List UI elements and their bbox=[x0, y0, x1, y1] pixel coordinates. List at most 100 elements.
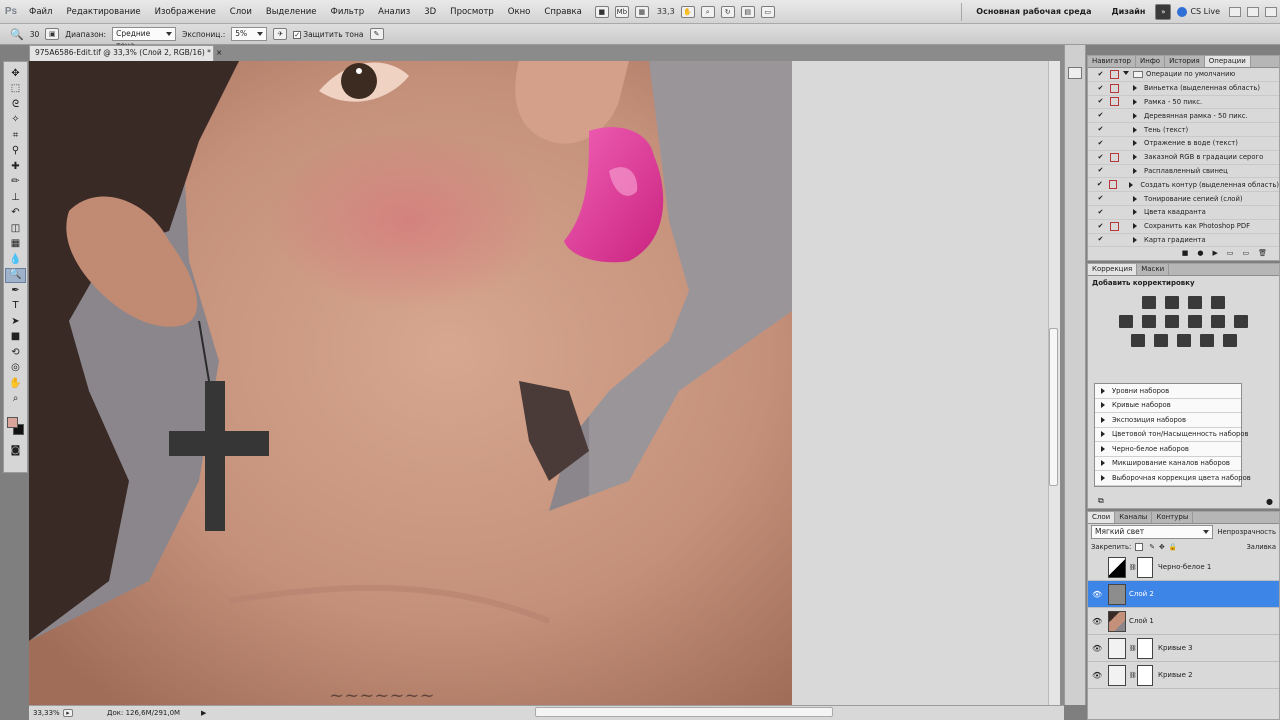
arrange-documents-icon[interactable]: ▤ bbox=[740, 5, 755, 18]
record-icon[interactable]: ● bbox=[1197, 249, 1203, 259]
eye-icon[interactable]: 👁 bbox=[1092, 671, 1102, 680]
action-row[interactable]: ✔ Виньетка (выделенная область) bbox=[1088, 82, 1279, 96]
gradient-icon[interactable]: ▦ bbox=[5, 237, 26, 253]
dialog-toggle[interactable] bbox=[1110, 139, 1119, 148]
layer-mask-thumbnail[interactable] bbox=[1137, 556, 1153, 578]
color-balance-icon[interactable] bbox=[1165, 315, 1179, 328]
eyedropper-icon[interactable]: ⚲ bbox=[5, 144, 26, 160]
menu-file[interactable]: Файл bbox=[22, 0, 59, 24]
menu-analysis[interactable]: Анализ bbox=[371, 0, 417, 24]
expand-triangle-icon[interactable] bbox=[1133, 126, 1140, 133]
tab-adjustments[interactable]: Коррекция bbox=[1088, 264, 1138, 275]
menu-3d[interactable]: 3D bbox=[417, 0, 443, 24]
blend-mode-dropdown[interactable]: Мягкий свет bbox=[1091, 525, 1214, 539]
healing-brush-icon[interactable]: ✚ bbox=[5, 159, 26, 175]
tab-masks[interactable]: Маски bbox=[1137, 264, 1170, 275]
path-select-icon[interactable]: ➤ bbox=[5, 314, 26, 330]
curves-icon[interactable] bbox=[1188, 296, 1202, 309]
workspace-design[interactable]: Дизайн bbox=[1102, 7, 1156, 16]
brush-panel-icon[interactable]: ▣ bbox=[45, 28, 60, 40]
eye-icon[interactable]: 👁 bbox=[1092, 617, 1102, 626]
action-row[interactable]: ✔ Заказной RGB в градации серого bbox=[1088, 151, 1279, 165]
brush-size-value[interactable]: 30 bbox=[30, 30, 40, 39]
vibrance-icon[interactable] bbox=[1119, 315, 1133, 328]
launch-bridge-icon[interactable]: ■ bbox=[594, 5, 609, 18]
lasso-icon[interactable]: ᘓ bbox=[5, 97, 26, 113]
tablet-pressure-icon[interactable]: ✎ bbox=[369, 28, 384, 40]
action-row[interactable]: ✔ Цвета квадранта bbox=[1088, 206, 1279, 220]
minimize-button[interactable] bbox=[1229, 6, 1241, 17]
quick-mask-icon[interactable]: ◙ bbox=[5, 443, 26, 459]
expand-triangle-icon[interactable] bbox=[1133, 209, 1140, 216]
action-row[interactable]: ✔ Отражение в воде (текст) bbox=[1088, 137, 1279, 151]
dialog-toggle[interactable] bbox=[1110, 83, 1119, 93]
expand-triangle-icon[interactable] bbox=[1133, 98, 1140, 105]
expand-triangle-icon[interactable] bbox=[1101, 402, 1108, 409]
dialog-toggle[interactable] bbox=[1110, 97, 1119, 107]
expand-triangle-icon[interactable] bbox=[1101, 445, 1108, 452]
new-set-icon[interactable]: ▭ bbox=[1227, 249, 1234, 259]
action-toggle-checkmark[interactable]: ✔ bbox=[1096, 222, 1105, 231]
action-row[interactable]: ✔ Деревянная рамка - 50 пикс. bbox=[1088, 109, 1279, 124]
view-extras-icon[interactable]: ▦ bbox=[634, 5, 649, 18]
rotate-view-icon[interactable]: ↻ bbox=[720, 5, 735, 18]
dialog-toggle[interactable] bbox=[1110, 166, 1119, 175]
action-row[interactable]: ✔ Тонирование сепией (слой) bbox=[1088, 192, 1279, 206]
chain-link-icon[interactable]: ⛓ bbox=[1129, 672, 1137, 679]
action-toggle-checkmark[interactable]: ✔ bbox=[1096, 97, 1105, 106]
expand-triangle-icon[interactable] bbox=[1133, 140, 1140, 147]
foreground-color-swatch[interactable] bbox=[7, 417, 18, 428]
dialog-toggle[interactable] bbox=[1110, 221, 1119, 231]
expand-triangle-icon[interactable] bbox=[1133, 85, 1140, 92]
action-row[interactable]: ✔ Сохранить как Photoshop PDF bbox=[1088, 220, 1279, 234]
lock-all-icon[interactable]: 🔒 bbox=[1169, 543, 1177, 551]
posterize-icon[interactable] bbox=[1153, 334, 1168, 347]
dialog-toggle[interactable] bbox=[1110, 125, 1119, 134]
protect-tones-checkbox[interactable]: ✓ bbox=[293, 30, 302, 39]
crop-icon[interactable]: ⌗ bbox=[5, 128, 26, 144]
zoom-tool-icon[interactable]: ⌕ bbox=[700, 5, 715, 18]
brightness-contrast-icon[interactable] bbox=[1142, 296, 1156, 309]
expand-triangle-icon[interactable] bbox=[1133, 154, 1140, 161]
tab-navigator[interactable]: Навигатор bbox=[1088, 56, 1136, 67]
expand-triangle-icon[interactable] bbox=[1129, 181, 1136, 188]
preset-row[interactable]: Кривые наборов bbox=[1095, 399, 1241, 413]
dialog-toggle[interactable] bbox=[1110, 194, 1119, 203]
workspace-essentials[interactable]: Основная рабочая среда bbox=[966, 7, 1101, 16]
screen-mode-icon[interactable]: ▭ bbox=[760, 5, 775, 18]
layer-row[interactable]: 👁 ⛓ Кривые 3 bbox=[1088, 635, 1279, 662]
play-icon[interactable]: ▶ bbox=[1212, 249, 1217, 259]
maximize-button[interactable] bbox=[1247, 6, 1259, 17]
invert-icon[interactable] bbox=[1130, 334, 1145, 347]
layer-row[interactable]: ⛓ Черно-белое 1 bbox=[1088, 554, 1279, 581]
action-toggle-checkmark[interactable]: ✔ bbox=[1096, 194, 1105, 203]
channel-mixer-icon[interactable] bbox=[1234, 315, 1248, 328]
tab-paths[interactable]: Контуры bbox=[1152, 512, 1194, 523]
action-toggle-checkmark[interactable]: ✔ bbox=[1096, 111, 1105, 120]
blur-icon[interactable]: 💧 bbox=[5, 252, 26, 268]
black-white-icon[interactable] bbox=[1188, 315, 1202, 328]
expand-triangle-icon[interactable] bbox=[1101, 387, 1108, 394]
menu-select[interactable]: Выделение bbox=[259, 0, 324, 24]
preset-row[interactable]: Уровни наборов bbox=[1095, 384, 1241, 399]
action-row[interactable]: ✔ Тень (текст) bbox=[1088, 123, 1279, 137]
expand-triangle-icon[interactable] bbox=[1133, 236, 1140, 243]
protect-tones-option[interactable]: ✓ Защитить тона bbox=[293, 30, 364, 39]
menu-edit[interactable]: Редактирование bbox=[59, 0, 147, 24]
clone-stamp-icon[interactable]: ⊥ bbox=[5, 190, 26, 206]
action-toggle-checkmark[interactable]: ✔ bbox=[1096, 235, 1105, 244]
dialog-toggle[interactable] bbox=[1110, 235, 1119, 244]
hand-icon[interactable]: ✋ bbox=[5, 376, 26, 392]
preset-row[interactable]: Черно-белое наборов bbox=[1095, 442, 1241, 457]
dialog-toggle[interactable] bbox=[1108, 180, 1117, 190]
action-set-row[interactable]: ✔ Операции по умолчанию bbox=[1088, 68, 1279, 82]
action-toggle-checkmark[interactable]: ✔ bbox=[1096, 180, 1104, 189]
action-toggle-checkmark[interactable]: ✔ bbox=[1096, 166, 1105, 175]
mini-bridge-icon[interactable]: Mb bbox=[614, 5, 629, 18]
hand-tool-icon[interactable]: ✋ bbox=[680, 5, 695, 18]
zoom-level-display[interactable]: 33,3 bbox=[657, 7, 675, 16]
action-toggle-checkmark[interactable]: ✔ bbox=[1096, 84, 1105, 93]
status-arrow-icon[interactable]: ▶ bbox=[201, 709, 206, 717]
selective-color-icon[interactable] bbox=[1222, 334, 1237, 347]
layer-row[interactable]: 👁 Слой 1 bbox=[1088, 608, 1279, 635]
